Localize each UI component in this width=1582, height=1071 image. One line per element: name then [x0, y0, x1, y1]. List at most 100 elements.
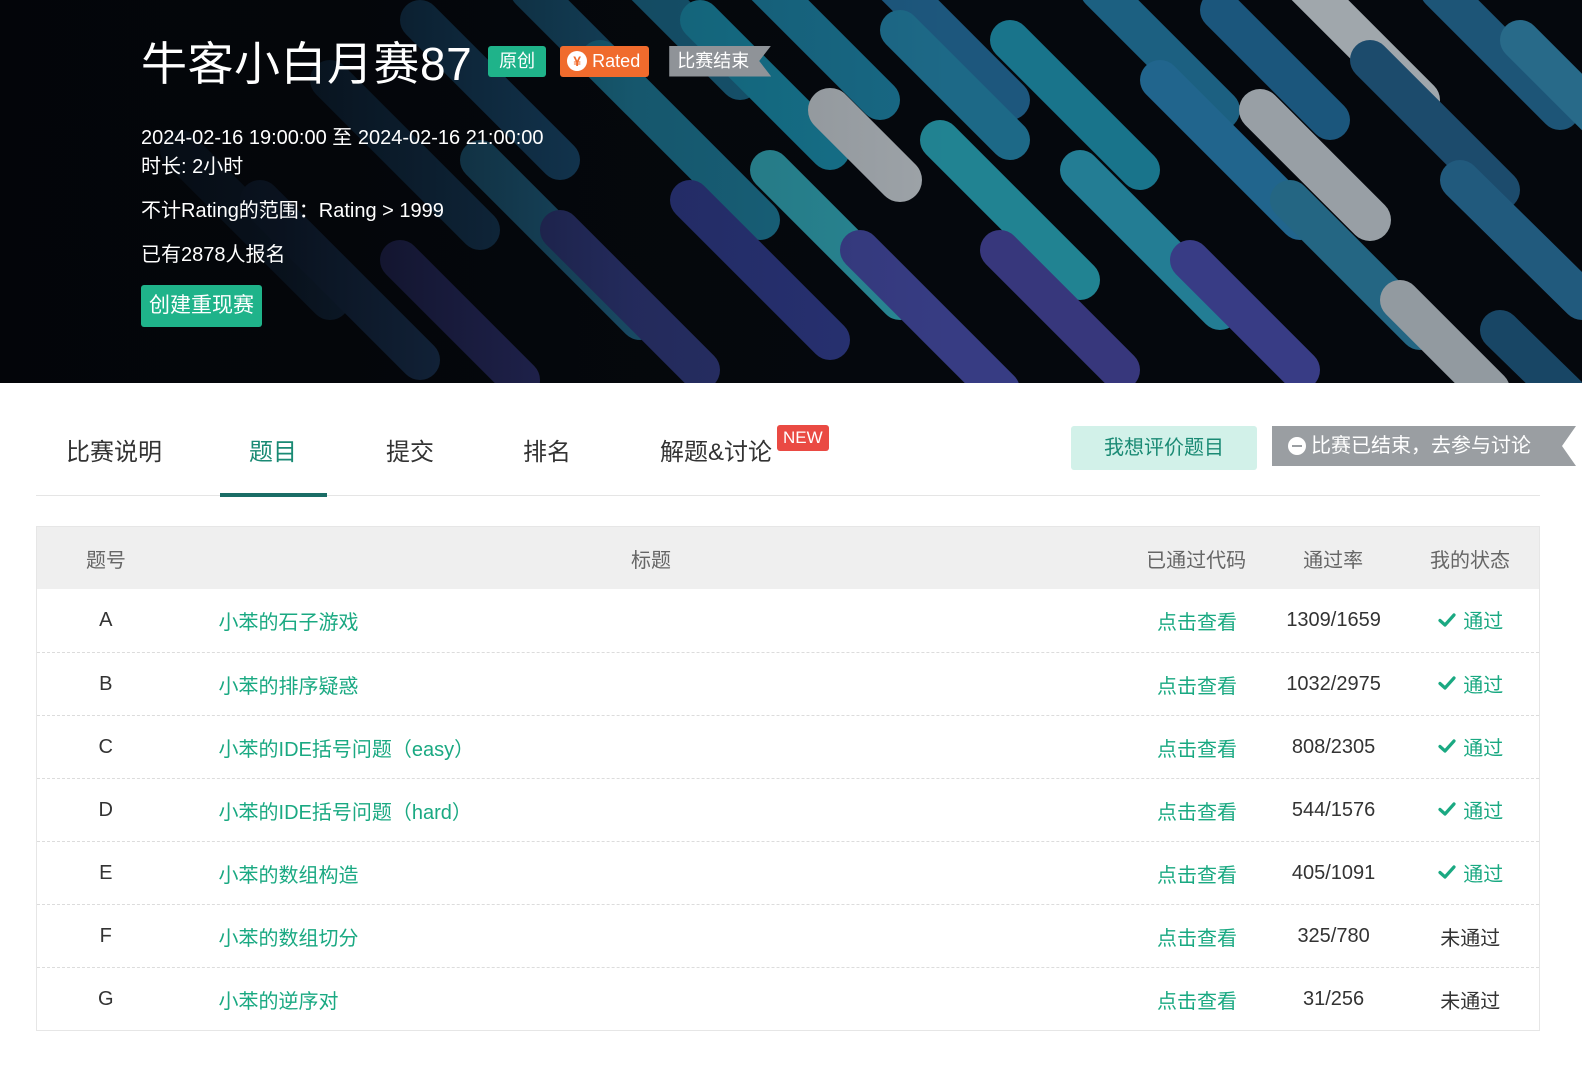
table-row: A 小苯的石子游戏 点击查看 1309/1659 通过: [37, 589, 1539, 652]
view-code-link[interactable]: 点击查看: [1157, 928, 1237, 950]
problem-id: B: [99, 672, 113, 695]
header-status: 我的状态: [1430, 549, 1511, 572]
pass-rate: 544/1576: [1291, 798, 1376, 821]
problem-table: 题号 标题 已通过代码 通过率 我的状态 A 小苯的石子游戏 点击查看 1309…: [36, 526, 1540, 1031]
view-code-link[interactable]: 点击查看: [1157, 676, 1237, 698]
problem-title-link[interactable]: 小苯的IDE括号问题（hard）: [219, 802, 472, 824]
problem-id: G: [97, 987, 114, 1010]
pass-rate: 808/2305: [1291, 735, 1376, 758]
rated-tag-label: Rated: [592, 50, 641, 71]
problem-title-cell: 小苯的石子游戏: [175, 606, 1129, 635]
header-id: 题号: [85, 549, 126, 572]
check-icon: [1438, 802, 1456, 816]
problem-id: F: [99, 924, 112, 947]
problem-title-cell: 小苯的IDE括号问题（easy）: [175, 733, 1129, 762]
rating-scope: 不计Rating的范围：Rating > 1999: [141, 200, 444, 222]
problem-title-cell: 小苯的排序疑惑: [175, 670, 1129, 699]
view-code-cell: 点击查看: [1128, 859, 1266, 888]
view-code-link[interactable]: 点击查看: [1157, 612, 1237, 634]
create-replay-button[interactable]: 创建重现赛: [141, 285, 262, 327]
table-body: A 小苯的石子游戏 点击查看 1309/1659 通过 B 小苯的排序疑惑 点击…: [37, 589, 1539, 1030]
original-tag: 原创: [488, 45, 547, 77]
pass-rate: 325/780: [1297, 924, 1370, 947]
view-code-link[interactable]: 点击查看: [1157, 802, 1237, 824]
status-label: 通过: [1463, 863, 1504, 886]
view-code-cell: 点击查看: [1128, 922, 1266, 951]
problem-title-cell: 小苯的数组构造: [175, 859, 1129, 888]
view-code-link[interactable]: 点击查看: [1157, 991, 1237, 1013]
contest-time-range: 2024-02-16 19:00:00 至 2024-02-16 21:00:0…: [141, 127, 544, 149]
view-code-link[interactable]: 点击查看: [1157, 739, 1237, 761]
problem-title-link[interactable]: 小苯的排序疑惑: [219, 676, 359, 698]
table-header: 题号 标题 已通过代码 通过率 我的状态: [37, 527, 1539, 589]
title-row: 牛客小白月赛87 原创 ¥ Rated 比赛结束: [141, 28, 771, 94]
tab-problems[interactable]: 题目: [249, 432, 297, 484]
view-code-cell: 点击查看: [1128, 733, 1266, 762]
registered-count: 已有2878人报名: [141, 244, 286, 266]
problem-title-link[interactable]: 小苯的数组构造: [219, 865, 359, 887]
my-status: 未通过: [1401, 985, 1539, 1014]
contest-title: 牛客小白月赛87: [141, 38, 473, 90]
view-code-cell: 点击查看: [1128, 985, 1266, 1014]
status-label: 通过: [1463, 800, 1504, 823]
problem-id: E: [99, 861, 113, 884]
table-row: F 小苯的数组切分 点击查看 325/780 未通过: [37, 904, 1539, 967]
problem-title-link[interactable]: 小苯的数组切分: [219, 928, 359, 950]
check-icon: [1438, 865, 1456, 879]
rated-tag: ¥ Rated: [560, 45, 650, 77]
table-row: E 小苯的数组构造 点击查看 405/1091 通过: [37, 841, 1539, 904]
header-title: 标题: [631, 549, 672, 572]
problem-title-cell: 小苯的逆序对: [175, 985, 1129, 1014]
problem-title-cell: 小苯的数组切分: [175, 922, 1129, 951]
status-passed: 通过: [1437, 605, 1503, 634]
table-row: D 小苯的IDE括号问题（hard） 点击查看 544/1576 通过: [37, 778, 1539, 841]
problem-id: C: [98, 735, 113, 758]
status-label: 通过: [1463, 611, 1504, 634]
view-code-cell: 点击查看: [1128, 796, 1266, 825]
table-row: C 小苯的IDE括号问题（easy） 点击查看 808/2305 通过: [37, 715, 1539, 778]
table-row: B 小苯的排序疑惑 点击查看 1032/2975 通过: [37, 652, 1539, 715]
contest-info: 牛客小白月赛87 原创 ¥ Rated 比赛结束 2024-02-16 19:0…: [141, 28, 771, 327]
problem-title-link[interactable]: 小苯的IDE括号问题（easy）: [219, 739, 475, 761]
tab-description[interactable]: 比赛说明: [66, 432, 162, 484]
problem-id: D: [98, 798, 113, 821]
tab-solutions-discussion[interactable]: 解题&讨论: [660, 432, 772, 484]
my-status: 通过: [1401, 858, 1539, 889]
ended-tag: 比赛结束: [669, 46, 771, 77]
status-passed: 通过: [1437, 795, 1503, 824]
problem-title-link[interactable]: 小苯的逆序对: [219, 991, 339, 1013]
status-label: 通过: [1463, 674, 1504, 697]
pass-rate: 1032/2975: [1286, 672, 1381, 695]
status-passed: 通过: [1437, 732, 1503, 761]
join-discussion-label: 比赛已结束，去参与讨论: [1311, 435, 1531, 457]
status-passed: 通过: [1437, 669, 1503, 698]
header-rate: 通过率: [1303, 549, 1364, 572]
pass-rate: 1309/1659: [1286, 609, 1381, 631]
yen-icon: ¥: [567, 51, 588, 71]
check-icon: [1438, 613, 1456, 627]
active-tab-indicator: [220, 493, 327, 497]
status-label: 未通过: [1440, 990, 1501, 1013]
problem-title-link[interactable]: 小苯的石子游戏: [219, 612, 359, 634]
table-row: G 小苯的逆序对 点击查看 31/256 未通过: [37, 967, 1539, 1030]
view-code-cell: 点击查看: [1128, 606, 1266, 635]
problem-id: A: [99, 609, 113, 631]
contest-banner: 牛客小白月赛87 原创 ¥ Rated 比赛结束 2024-02-16 19:0…: [0, 0, 1582, 383]
review-problems-button[interactable]: 我想评价题目: [1071, 426, 1257, 470]
new-badge: NEW: [777, 425, 829, 451]
check-icon: [1438, 739, 1456, 753]
problem-title-cell: 小苯的IDE括号问题（hard）: [175, 796, 1129, 825]
tab-submissions[interactable]: 提交: [386, 432, 434, 484]
my-status: 通过: [1401, 605, 1539, 636]
join-discussion-button[interactable]: 比赛已结束，去参与讨论: [1272, 426, 1576, 466]
my-status: 通过: [1401, 732, 1539, 763]
tab-ranking[interactable]: 排名: [523, 432, 571, 484]
status-label: 未通过: [1440, 927, 1501, 950]
contest-tabs: 比赛说明 题目 提交 排名 解题&讨论 NEW 我想评价题目 比赛已结束，去参与…: [36, 420, 1540, 497]
contest-duration: 时长: 2小时: [141, 156, 244, 178]
status-passed: 通过: [1437, 858, 1503, 887]
minus-circle-icon: [1288, 437, 1306, 455]
my-status: 通过: [1401, 669, 1539, 700]
pass-rate: 405/1091: [1291, 861, 1376, 884]
view-code-link[interactable]: 点击查看: [1157, 865, 1237, 887]
